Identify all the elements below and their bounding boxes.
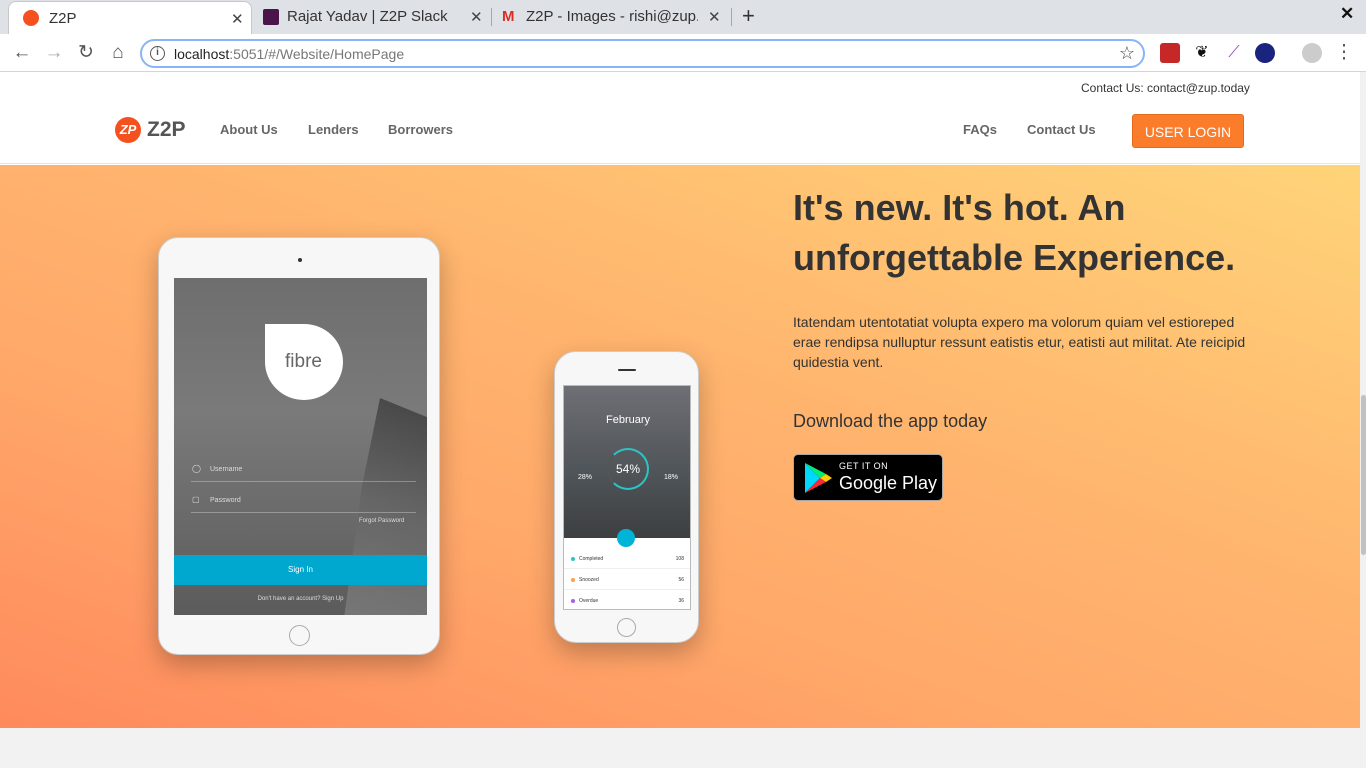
menu-kebab-icon[interactable]: ⋮ xyxy=(1332,41,1356,65)
user-icon: ◯ xyxy=(192,464,201,473)
web-page: Contact Us: contact@zup.today ZP Z2P Abo… xyxy=(0,72,1360,768)
password-field-line xyxy=(191,512,416,513)
logo-text: Z2P xyxy=(147,118,186,141)
forgot-password-text: Forgot Password xyxy=(359,518,405,524)
tablet-camera xyxy=(298,258,302,262)
reload-icon[interactable]: ↻ xyxy=(74,41,98,65)
user-login-button[interactable]: USER LOGIN xyxy=(1132,114,1244,148)
nav-lenders[interactable]: Lenders xyxy=(308,122,359,137)
tab-strip: Z2P ✕ Rajat Yadav | Z2P Slack ✕ M Z2P - … xyxy=(0,0,1366,34)
scrollbar-thumb[interactable] xyxy=(1361,395,1366,555)
lock-icon: ▢ xyxy=(192,495,200,504)
nav-about-us[interactable]: About Us xyxy=(220,122,278,137)
list-item: Overdue 36 xyxy=(564,591,690,609)
google-play-button[interactable]: GET IT ON Google Play xyxy=(793,454,943,501)
info-icon[interactable]: i xyxy=(150,46,165,61)
window-close-icon[interactable]: ✕ xyxy=(1340,4,1354,24)
profile-avatar-icon[interactable] xyxy=(1302,43,1322,63)
phone-home-button xyxy=(617,618,636,637)
tab-slack[interactable]: Rajat Yadav | Z2P Slack ✕ xyxy=(252,0,492,34)
tablet-home-button xyxy=(289,625,310,646)
new-tab-icon[interactable]: + xyxy=(742,3,755,29)
address-bar[interactable]: i localhost:5051/#/Website/HomePage ☆ xyxy=(140,39,1145,68)
extension-feather-icon[interactable]: ⟋ xyxy=(1224,43,1244,63)
phone-speaker xyxy=(618,369,636,371)
page-bottom xyxy=(0,728,1360,768)
slack-favicon-icon xyxy=(263,9,279,25)
logo-mark-icon: ZP xyxy=(115,117,141,143)
tab-title: Z2P - Images - rishi@zup.t xyxy=(526,8,698,25)
tab-separator xyxy=(731,8,732,26)
extension-dark-icon[interactable]: ❦ xyxy=(1192,43,1212,63)
tab-z2p[interactable]: Z2P ✕ xyxy=(8,1,252,34)
google-play-name: Google Play xyxy=(839,473,938,493)
tab-gmail[interactable]: M Z2P - Images - rishi@zup.t ✕ xyxy=(492,0,732,34)
extension-blue-icon[interactable] xyxy=(1255,43,1275,63)
sign-in-bar: Sign In xyxy=(174,555,427,585)
close-tab-icon[interactable]: ✕ xyxy=(231,10,244,28)
tablet-mockup: fibre ◯ Username ▢ Password Forgot Passw… xyxy=(158,237,440,655)
phone-fab-button xyxy=(617,529,635,547)
list-item: Snoozed 56 xyxy=(564,570,690,590)
url-text: localhost:5051/#/Website/HomePage xyxy=(174,46,405,62)
close-tab-icon[interactable]: ✕ xyxy=(470,8,483,26)
fibre-logo: fibre xyxy=(265,324,343,400)
extension-red-icon[interactable] xyxy=(1160,43,1180,63)
password-label: Password xyxy=(210,497,241,504)
signup-prompt: Don't have an account? Sign Up xyxy=(257,596,344,602)
nav-faqs[interactable]: FAQs xyxy=(963,122,997,137)
back-icon[interactable]: ← xyxy=(10,41,34,65)
left-stat: 28% xyxy=(578,474,593,481)
forward-icon[interactable]: → xyxy=(42,41,66,65)
tab-title: Z2P xyxy=(49,10,77,27)
username-label: Username xyxy=(210,466,243,473)
tab-title: Rajat Yadav | Z2P Slack xyxy=(287,8,448,25)
z2p-favicon-icon xyxy=(23,10,39,26)
hero-paragraph: Itatendam utentotatiat volupta expero ma… xyxy=(793,314,1246,370)
bookmark-star-icon[interactable]: ☆ xyxy=(1119,43,1135,64)
month-title: February xyxy=(605,414,651,426)
hero-headline: It's new. It's hot. An unforgettable Exp… xyxy=(793,187,1236,278)
home-icon[interactable]: ⌂ xyxy=(106,41,130,65)
tablet-screen: fibre ◯ Username ▢ Password Forgot Passw… xyxy=(174,278,427,615)
username-field-line xyxy=(191,481,416,482)
list-item: Completed 108 xyxy=(564,549,690,569)
site-logo[interactable]: ZP Z2P xyxy=(115,117,186,143)
contact-email[interactable]: Contact Us: contact@zup.today xyxy=(1081,81,1250,95)
phone-mockup: February 54% 28% 18% Completed 108 Snooze… xyxy=(554,351,699,643)
nav-contact-us[interactable]: Contact Us xyxy=(1027,122,1096,137)
fibre-logo-text: fibre xyxy=(285,351,322,372)
browser-toolbar: ← → ↻ ⌂ i localhost:5051/#/Website/HomeP… xyxy=(0,34,1366,72)
close-tab-icon[interactable]: ✕ xyxy=(708,8,721,26)
download-heading: Download the app today xyxy=(793,411,988,431)
google-play-get-text: GET IT ON xyxy=(839,461,889,471)
gmail-favicon-icon: M xyxy=(502,8,515,25)
right-stat: 18% xyxy=(664,474,679,481)
phone-screen: February 54% 28% 18% Completed 108 Snooze… xyxy=(563,385,691,610)
nav-borrowers[interactable]: Borrowers xyxy=(388,122,453,137)
google-play-icon xyxy=(805,463,832,493)
header-divider xyxy=(0,163,1360,164)
